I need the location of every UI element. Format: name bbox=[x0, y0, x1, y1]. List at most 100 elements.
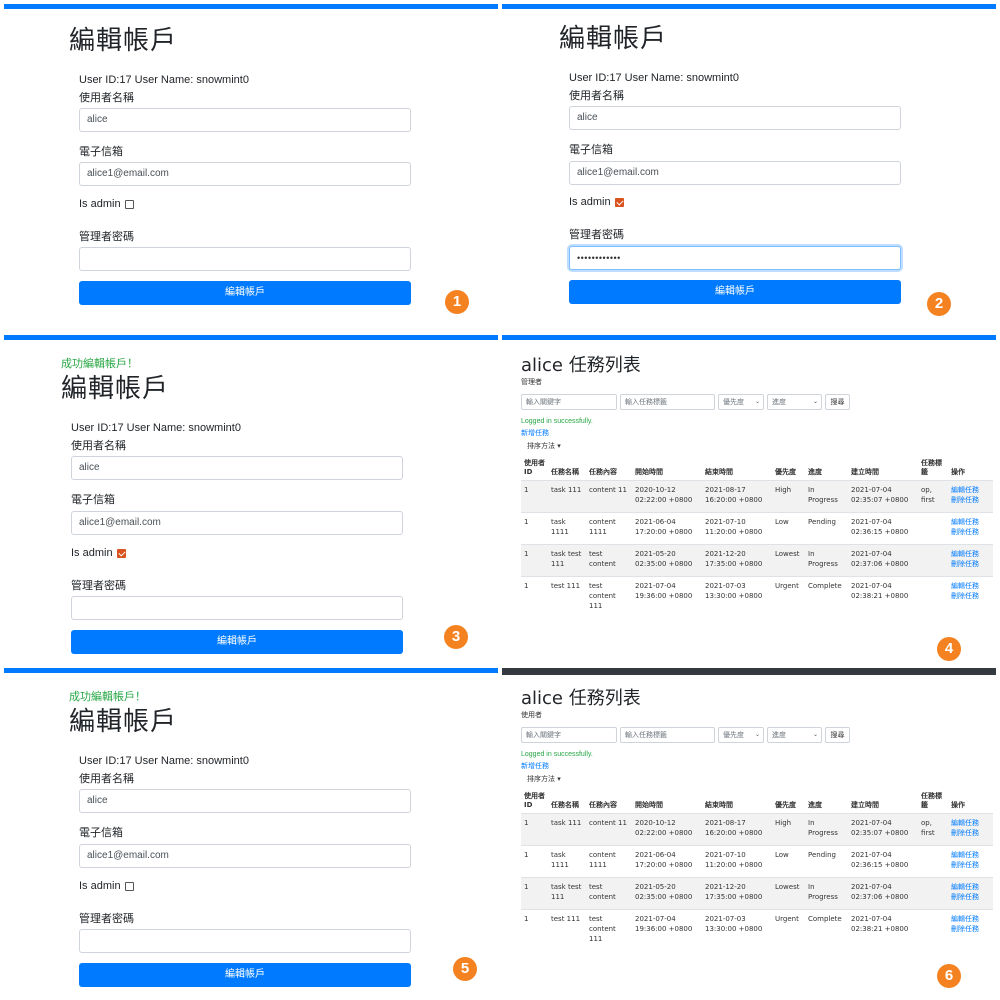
cell-priority: Urgent bbox=[772, 576, 805, 615]
table-row: 1 task test 111 test content 2021-05-20 02:… bbox=[521, 877, 993, 910]
sort-dropdown[interactable]: 排序方法 ▾ bbox=[527, 774, 561, 784]
is-admin-row: Is admin bbox=[79, 198, 134, 210]
admin-password-input[interactable]: •••••••••••• bbox=[569, 246, 901, 270]
edit-account-button[interactable]: 編輯帳戶 bbox=[569, 280, 901, 304]
add-task-link[interactable]: 新增任務 bbox=[521, 428, 549, 438]
edit-account-button[interactable]: 編輯帳戶 bbox=[79, 963, 411, 987]
is-admin-checkbox[interactable] bbox=[614, 197, 624, 207]
edit-task-link[interactable]: 編輯任務 bbox=[951, 581, 990, 591]
search-button[interactable]: 搜尋 bbox=[825, 727, 850, 743]
delete-task-link[interactable]: 刪除任務 bbox=[951, 892, 990, 902]
email-input[interactable]: alice1@email.com bbox=[71, 511, 403, 535]
is-admin-checkbox[interactable] bbox=[124, 881, 134, 891]
chevron-down-icon: ⌄ bbox=[812, 731, 818, 738]
task-table: 使用者ID 任務名稱 任務內容 開始時間 結束時間 優先度 進度 建立時間 任務標籤 操作 1 tas… bbox=[521, 457, 993, 615]
admin-password-input[interactable] bbox=[79, 247, 411, 271]
cell-status: In Progress bbox=[805, 877, 848, 910]
status-select-label: 進度 bbox=[772, 398, 786, 406]
step-badge: 2 bbox=[927, 292, 951, 316]
user-role: 管理者 bbox=[521, 378, 542, 386]
admin-password-input[interactable] bbox=[71, 596, 403, 620]
chevron-down-icon: ⌄ bbox=[754, 731, 760, 738]
priority-select[interactable]: 優先度 ⌄ bbox=[718, 394, 764, 410]
username-input[interactable]: alice bbox=[79, 789, 411, 813]
edit-account-button[interactable]: 編輯帳戶 bbox=[71, 630, 403, 654]
cell-actions: 編輯任務 刪除任務 bbox=[948, 909, 993, 948]
cell-actions: 編輯任務 刪除任務 bbox=[948, 544, 993, 577]
chevron-down-icon: ⌄ bbox=[754, 398, 760, 405]
username-label: 使用者名稱 bbox=[569, 89, 624, 102]
delete-task-link[interactable]: 刪除任務 bbox=[951, 495, 990, 505]
cell-created: 2021-07-04 02:36:15 +0800 bbox=[848, 512, 918, 545]
username-input[interactable]: alice bbox=[71, 456, 403, 480]
email-input[interactable]: alice1@email.com bbox=[79, 162, 411, 186]
sort-dropdown[interactable]: 排序方法 ▾ bbox=[527, 441, 561, 451]
table-row: 1 test 111 test content 111 2021-07-04 19:3… bbox=[521, 909, 993, 948]
search-button[interactable]: 搜尋 bbox=[825, 394, 850, 410]
cell-tags bbox=[918, 909, 948, 948]
cell-priority: Urgent bbox=[772, 909, 805, 948]
priority-select-label: 優先度 bbox=[723, 398, 744, 406]
cell-end: 2021-08-17 16:20:00 +0800 bbox=[702, 813, 772, 846]
username-input[interactable]: alice bbox=[569, 106, 901, 130]
status-select[interactable]: 進度 ⌄ bbox=[767, 394, 822, 410]
chevron-down-icon: ⌄ bbox=[812, 398, 818, 405]
cell-start: 2021-06-04 17:20:00 +0800 bbox=[632, 845, 702, 878]
delete-task-link[interactable]: 刪除任務 bbox=[951, 527, 990, 537]
username-label: 使用者名稱 bbox=[79, 91, 134, 104]
delete-task-link[interactable]: 刪除任務 bbox=[951, 860, 990, 870]
add-task-link[interactable]: 新增任務 bbox=[521, 761, 549, 771]
admin-password-label: 管理者密碼 bbox=[79, 912, 134, 925]
keyword-search-input[interactable]: 輸入關鍵字 bbox=[521, 727, 617, 743]
page-title: 編輯帳戶 bbox=[559, 24, 668, 54]
edit-task-link[interactable]: 編輯任務 bbox=[951, 818, 990, 828]
column-header: 建立時間 bbox=[848, 790, 918, 814]
delete-task-link[interactable]: 刪除任務 bbox=[951, 924, 990, 934]
edit-task-link[interactable]: 編輯任務 bbox=[951, 850, 990, 860]
email-input[interactable]: alice1@email.com bbox=[569, 161, 901, 185]
cell-created: 2021-07-04 02:36:15 +0800 bbox=[848, 845, 918, 878]
email-input[interactable]: alice1@email.com bbox=[79, 844, 411, 868]
edit-task-link[interactable]: 編輯任務 bbox=[951, 914, 990, 924]
email-label: 電子信箱 bbox=[79, 826, 123, 839]
is-admin-label: Is admin bbox=[79, 198, 121, 210]
column-header: 操作 bbox=[948, 457, 993, 481]
column-header: 建立時間 bbox=[848, 457, 918, 481]
cell-status: In Progress bbox=[805, 544, 848, 577]
tag-search-input[interactable]: 輸入任務標籤 bbox=[620, 727, 715, 743]
edit-task-link[interactable]: 編輯任務 bbox=[951, 517, 990, 527]
email-label: 電子信箱 bbox=[569, 143, 613, 156]
admin-password-input[interactable] bbox=[79, 929, 411, 953]
edit-task-link[interactable]: 編輯任務 bbox=[951, 549, 990, 559]
edit-task-link[interactable]: 編輯任務 bbox=[951, 485, 990, 495]
admin-password-label: 管理者密碼 bbox=[79, 230, 134, 243]
column-header: 結束時間 bbox=[702, 457, 772, 481]
edit-account-button[interactable]: 編輯帳戶 bbox=[79, 281, 411, 305]
column-header: 操作 bbox=[948, 790, 993, 814]
tag-search-input[interactable]: 輸入任務標籤 bbox=[620, 394, 715, 410]
is-admin-label: Is admin bbox=[71, 547, 113, 559]
edit-task-link[interactable]: 編輯任務 bbox=[951, 882, 990, 892]
table-row: 1 task 1111 content 1111 2021-06-04 17:20:0… bbox=[521, 845, 993, 878]
is-admin-checkbox[interactable] bbox=[124, 199, 134, 209]
cell-priority: Lowest bbox=[772, 544, 805, 577]
column-header: 進度 bbox=[805, 457, 848, 481]
priority-select[interactable]: 優先度 ⌄ bbox=[718, 727, 764, 743]
step-badge: 6 bbox=[937, 964, 961, 988]
username-input[interactable]: alice bbox=[79, 108, 411, 132]
cell-start: 2021-06-04 17:20:00 +0800 bbox=[632, 512, 702, 545]
cell-tags: op, first bbox=[918, 480, 948, 513]
delete-task-link[interactable]: 刪除任務 bbox=[951, 591, 990, 601]
cell-uid: 1 bbox=[521, 544, 548, 577]
delete-task-link[interactable]: 刪除任務 bbox=[951, 559, 990, 569]
cell-created: 2021-07-04 02:37:06 +0800 bbox=[848, 544, 918, 577]
cell-actions: 編輯任務 刪除任務 bbox=[948, 877, 993, 910]
cell-priority: Low bbox=[772, 512, 805, 545]
keyword-search-input[interactable]: 輸入關鍵字 bbox=[521, 394, 617, 410]
cell-created: 2021-07-04 02:35:07 +0800 bbox=[848, 813, 918, 846]
delete-task-link[interactable]: 刪除任務 bbox=[951, 828, 990, 838]
is-admin-checkbox[interactable] bbox=[116, 548, 126, 558]
status-select[interactable]: 進度 ⌄ bbox=[767, 727, 822, 743]
cell-actions: 編輯任務 刪除任務 bbox=[948, 512, 993, 545]
table-row: 1 task 1111 content 1111 2021-06-04 17:20:0… bbox=[521, 512, 993, 545]
